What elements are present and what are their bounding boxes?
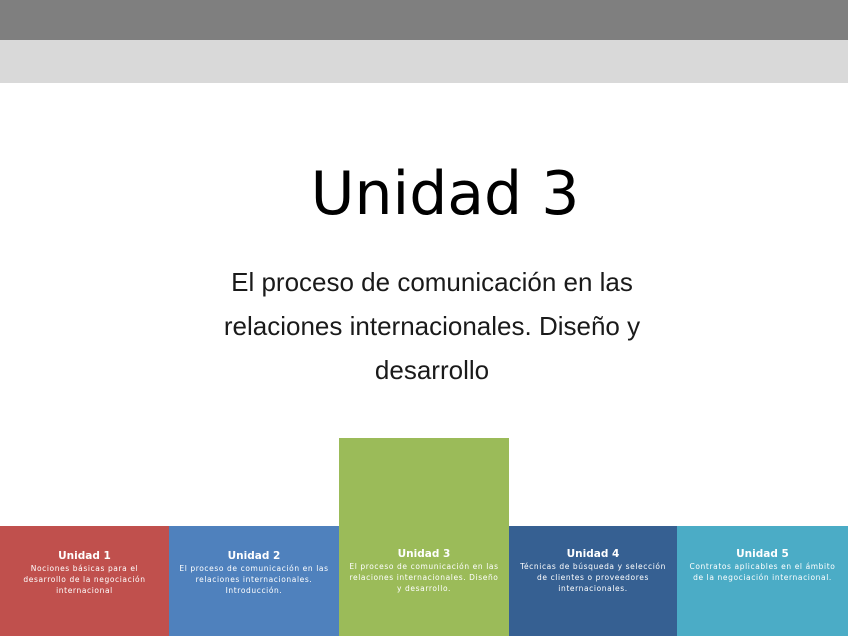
unit-1-title: Unidad 1 [58, 550, 111, 562]
slide-title: Unidad 3 [310, 159, 580, 229]
unit-4-title: Unidad 4 [566, 548, 620, 560]
unit-3-title: Unidad 3 [397, 548, 451, 560]
unit-5-title: Unidad 5 [736, 548, 789, 560]
slide-subtitle: El proceso de comunicación en las relaci… [223, 267, 641, 385]
sub-header-bar [0, 40, 848, 83]
unit-4-description: Técnicas de búsqueda y selección de clie… [520, 562, 666, 593]
unit-3-block-active[interactable]: Unidad 3 El proceso de comunicación en l… [339, 438, 509, 636]
unit-3-description: El proceso de comunicación en las relaci… [349, 562, 499, 593]
unit-1-description: Nociones básicas para el desarrollo de l… [23, 564, 146, 595]
unit-2-block[interactable]: Unidad 2 El proceso de comunicación en l… [169, 526, 339, 636]
unit-5-block[interactable]: Unidad 5 Contratos aplicables en el ámbi… [677, 526, 848, 636]
unit-2-description: El proceso de comunicación en las relaci… [179, 564, 329, 595]
unit-4-block[interactable]: Unidad 4 Técnicas de búsqueda y selecció… [509, 526, 677, 636]
unit-1-block[interactable]: Unidad 1 Nociones básicas para el desarr… [0, 526, 169, 636]
unit-2-title: Unidad 2 [227, 550, 281, 562]
unit-5-description: Contratos aplicables en el ámbito de la … [689, 562, 836, 582]
top-header-bar [0, 0, 848, 40]
